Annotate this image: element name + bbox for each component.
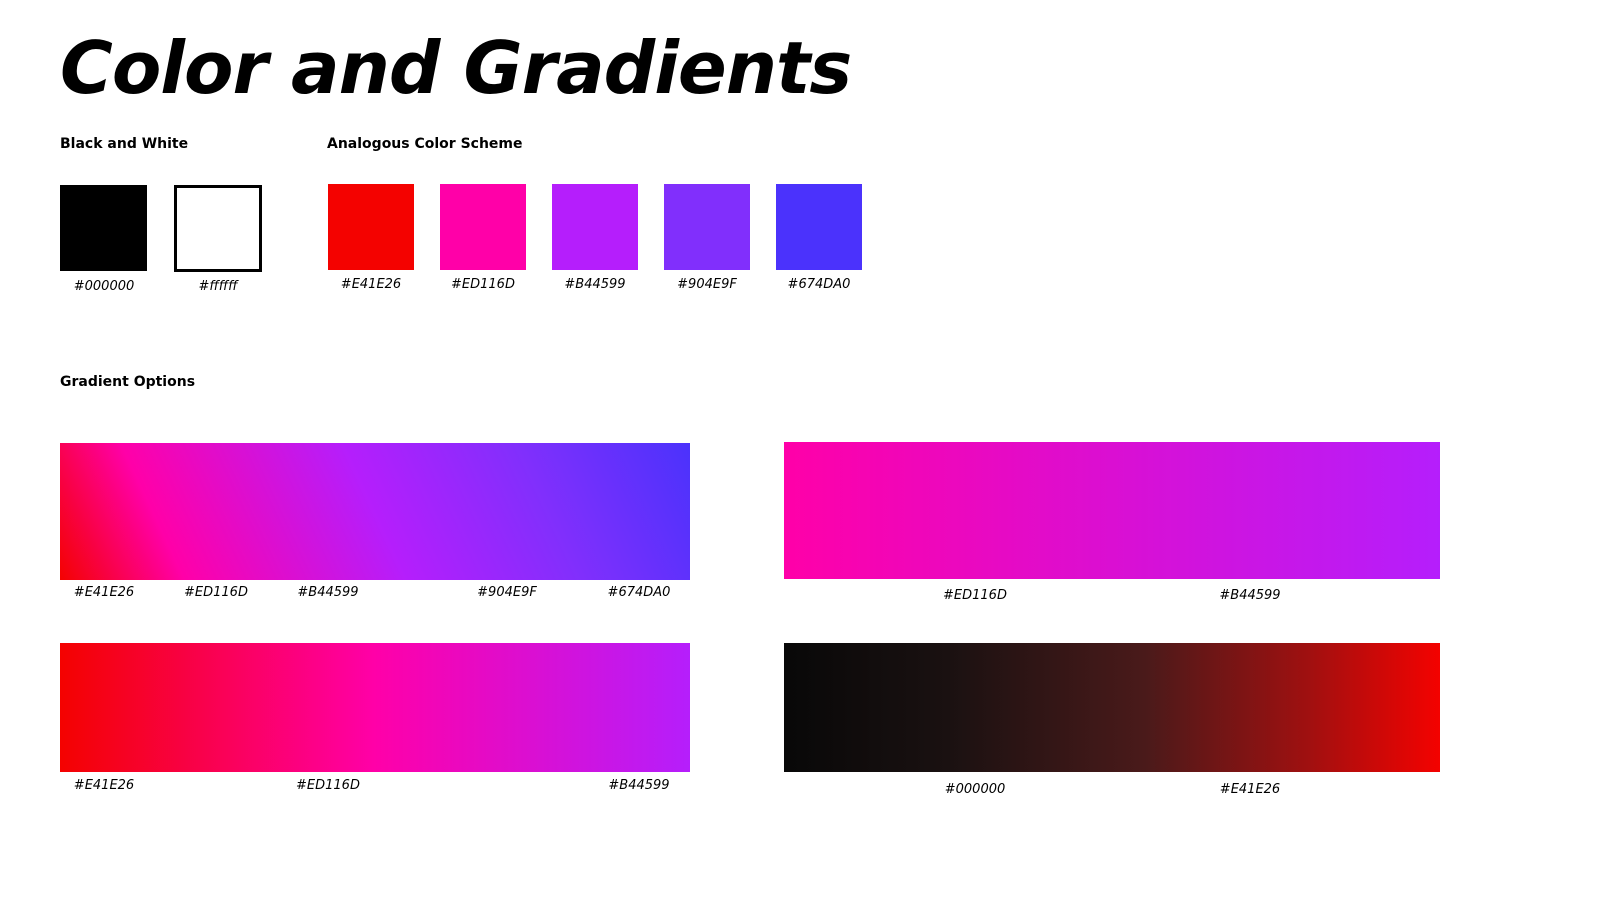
swatch-indigo [776, 184, 862, 270]
gradient-1-hex-3: #B44599 [297, 585, 359, 600]
gradient-black-red [784, 643, 1440, 772]
gradient-1-hex-4: #904E9F [477, 585, 537, 600]
swatch-red-hex: #E41E26 [340, 277, 402, 292]
gradient-five-stop [60, 443, 690, 580]
gradient-options-label: Gradient Options [60, 374, 196, 390]
swatch-red [328, 184, 414, 270]
gradient-3-hex-2: #ED116D [296, 778, 360, 793]
swatch-black-hex: #000000 [73, 279, 135, 294]
gradient-red-pink-purple [60, 643, 690, 772]
analogous-label: Analogous Color Scheme [327, 136, 523, 152]
gradient-4-hex-2: #E41E26 [1219, 782, 1281, 797]
gradient-1-hex-1: #E41E26 [73, 585, 135, 600]
gradient-2-hex-1: #ED116D [943, 588, 1007, 603]
gradient-3-hex-3: #B44599 [608, 778, 670, 793]
black-white-label: Black and White [60, 136, 189, 152]
gradient-3-hex-1: #E41E26 [73, 778, 135, 793]
gradient-pink-purple [784, 442, 1440, 579]
gradient-4-hex-1: #000000 [944, 782, 1006, 797]
swatch-violet [664, 184, 750, 270]
gradient-1-hex-2: #ED116D [184, 585, 248, 600]
swatch-purple-hex: #B44599 [564, 277, 626, 292]
swatch-white [174, 185, 262, 272]
swatch-indigo-hex: #674DA0 [787, 277, 851, 292]
swatch-pink-hex: #ED116D [451, 277, 515, 292]
gradient-1-hex-5: #674DA0 [607, 585, 671, 600]
swatch-violet-hex: #904E9F [677, 277, 737, 292]
swatch-pink [440, 184, 526, 270]
swatch-white-hex: #ffffff [198, 279, 238, 294]
swatch-purple [552, 184, 638, 270]
swatch-black [60, 185, 147, 271]
gradient-2-hex-2: #B44599 [1219, 588, 1281, 603]
page-title: Color and Gradients [60, 26, 852, 110]
